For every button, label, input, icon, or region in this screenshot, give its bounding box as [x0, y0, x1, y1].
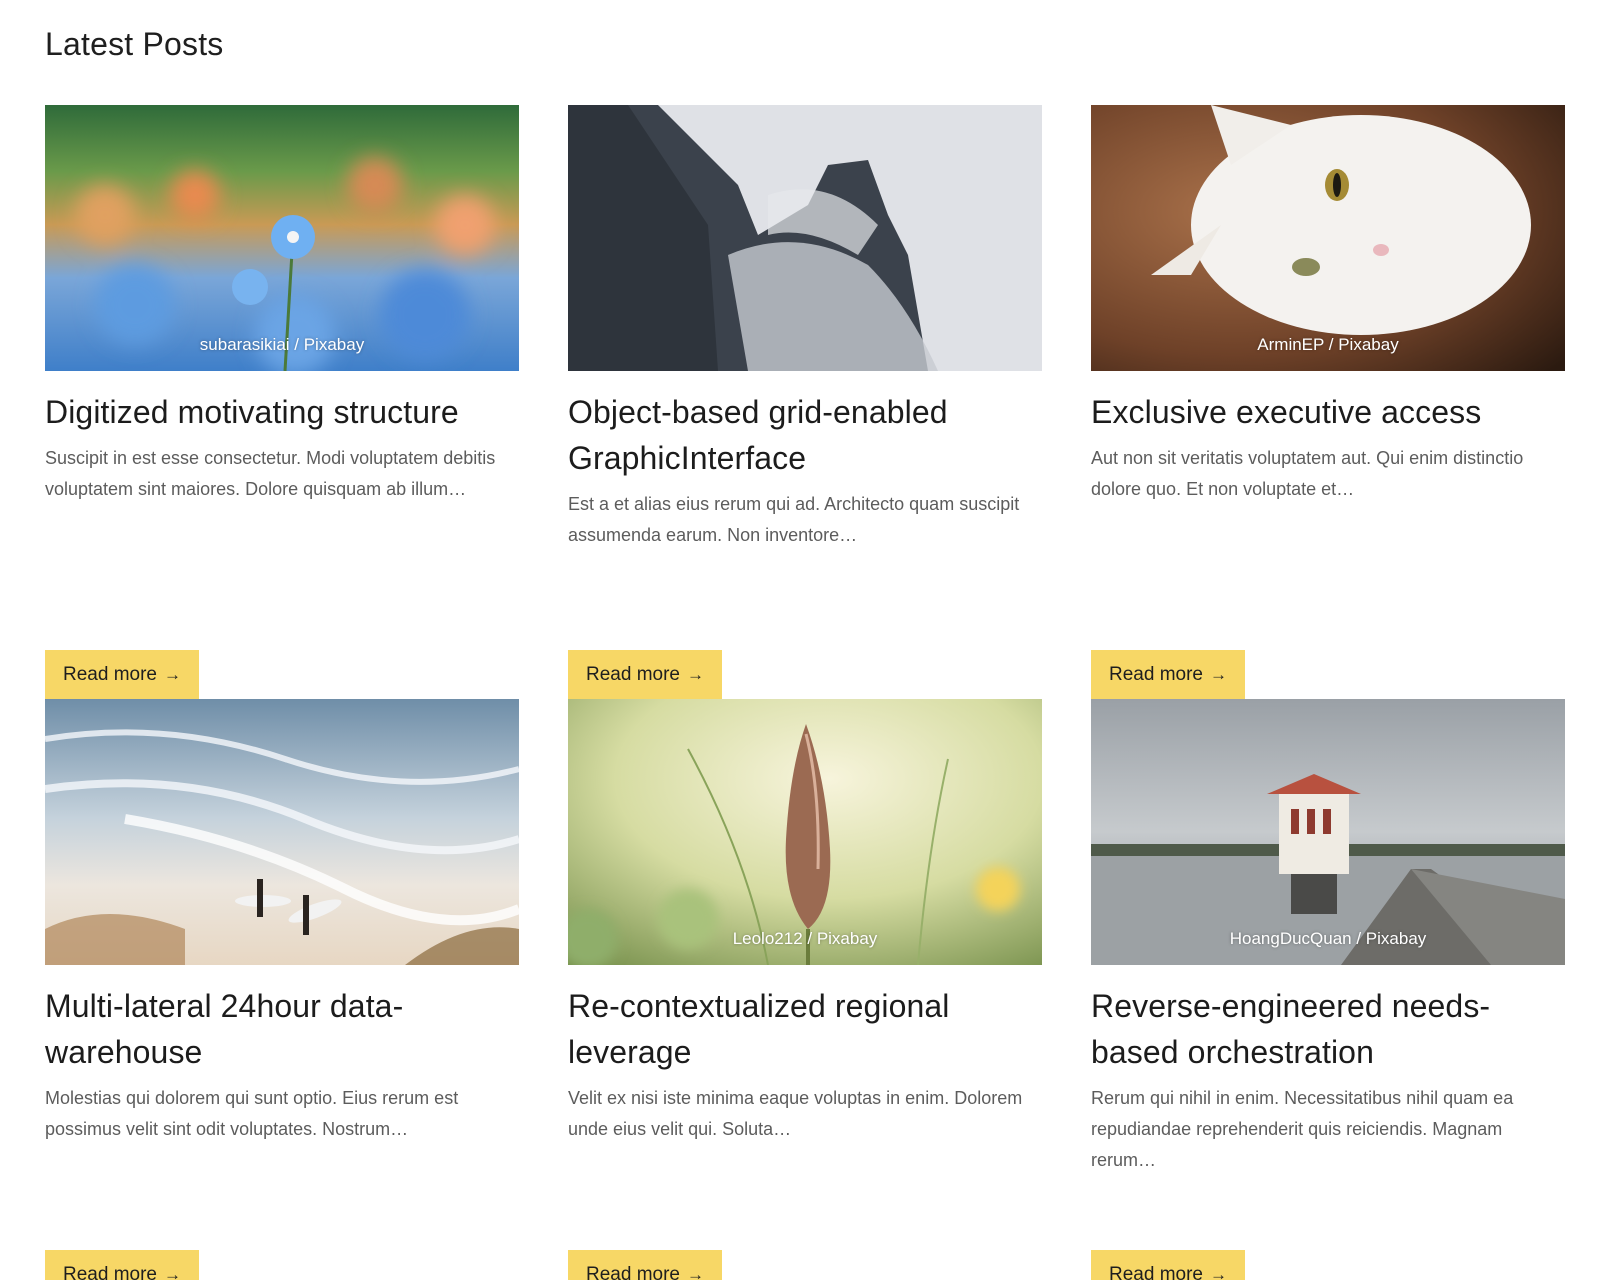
post-thumbnail-link[interactable]: [45, 699, 519, 965]
image-credit: Leolo212 / Pixabay: [732, 929, 878, 948]
read-more-button[interactable]: Read more →: [45, 1250, 199, 1280]
read-more-label: Read more: [1109, 1263, 1203, 1280]
read-more-label: Read more: [586, 1263, 680, 1280]
read-more-button[interactable]: Read more →: [568, 1250, 722, 1280]
post-thumbnail-link[interactable]: subarasikiai / Pixabay: [45, 105, 519, 371]
white-cat-image: [1091, 105, 1565, 371]
post-title-link[interactable]: Object-based grid-enabled GraphicInterfa…: [568, 389, 1042, 481]
posts-grid: subarasikiai / Pixabay Digitized motivat…: [45, 105, 1565, 1280]
read-more-label: Read more: [63, 663, 157, 685]
post-title-link[interactable]: Reverse-engineered needs-based orchestra…: [1091, 983, 1565, 1075]
read-more-label: Read more: [63, 1263, 157, 1280]
arrow-right-icon: →: [164, 665, 181, 684]
arrow-right-icon: →: [164, 1265, 181, 1280]
post-excerpt: Molestias qui dolorem qui sunt optio. Ei…: [45, 1088, 459, 1139]
wild-flower-image: [568, 699, 1042, 965]
read-more-button[interactable]: Read more →: [1091, 650, 1245, 699]
read-more-label: Read more: [1109, 663, 1203, 685]
blue-flowers-image: [45, 105, 519, 371]
post-excerpt: Velit ex nisi iste minima eaque voluptas…: [568, 1088, 1023, 1139]
post-thumbnail-link[interactable]: ArminEP / Pixabay: [1091, 105, 1565, 371]
beach-surfers-image: [45, 699, 519, 965]
post-card: ArminEP / Pixabay Exclusive executive ac…: [1091, 105, 1565, 699]
read-more-button[interactable]: Read more →: [568, 650, 722, 699]
misty-cliffs-image: [568, 105, 1042, 371]
read-more-button[interactable]: Read more →: [45, 650, 199, 699]
post-title-link[interactable]: Digitized motivating structure: [45, 389, 519, 435]
arrow-right-icon: →: [687, 665, 704, 684]
image-credit: ArminEP / Pixabay: [1257, 335, 1399, 354]
post-card: subarasikiai / Pixabay Digitized motivat…: [45, 105, 519, 699]
post-title-link[interactable]: Exclusive executive access: [1091, 389, 1565, 435]
post-excerpt: Suscipit in est esse consectetur. Modi v…: [45, 448, 496, 499]
post-thumbnail-link[interactable]: Leolo212 / Pixabay: [568, 699, 1042, 965]
post-card: HoangDucQuan / Pixabay Reverse-engineere…: [1091, 699, 1565, 1280]
arrow-right-icon: →: [687, 1265, 704, 1280]
section-title: Latest Posts: [45, 26, 224, 62]
image-credit: subarasikiai / Pixabay: [199, 335, 365, 354]
post-excerpt: Est a et alias eius rerum qui ad. Archit…: [568, 494, 1020, 545]
post-title-link[interactable]: Multi-lateral 24hour data-warehouse: [45, 983, 519, 1075]
latest-posts-page: Latest Posts subarasikiai / Pixabay Digi…: [0, 0, 1600, 1280]
post-card: Leolo212 / Pixabay Re-contextualized reg…: [568, 699, 1042, 1280]
image-credit: HoangDucQuan / Pixabay: [1229, 929, 1427, 948]
read-more-button[interactable]: Read more →: [1091, 1250, 1245, 1280]
arrow-right-icon: →: [1210, 665, 1227, 684]
post-title-link[interactable]: Re-contextualized regional leverage: [568, 983, 1042, 1075]
post-excerpt: Rerum qui nihil in enim. Necessitatibus …: [1091, 1088, 1514, 1170]
arrow-right-icon: →: [1210, 1265, 1227, 1280]
post-card: Multi-lateral 24hour data-warehouse Mole…: [45, 699, 519, 1280]
post-excerpt: Aut non sit veritatis voluptatem aut. Qu…: [1091, 448, 1524, 499]
post-thumbnail-link[interactable]: [568, 105, 1042, 371]
lake-tower-image: [1091, 699, 1565, 965]
post-thumbnail-link[interactable]: HoangDucQuan / Pixabay: [1091, 699, 1565, 965]
read-more-label: Read more: [586, 663, 680, 685]
post-card: Object-based grid-enabled GraphicInterfa…: [568, 105, 1042, 699]
